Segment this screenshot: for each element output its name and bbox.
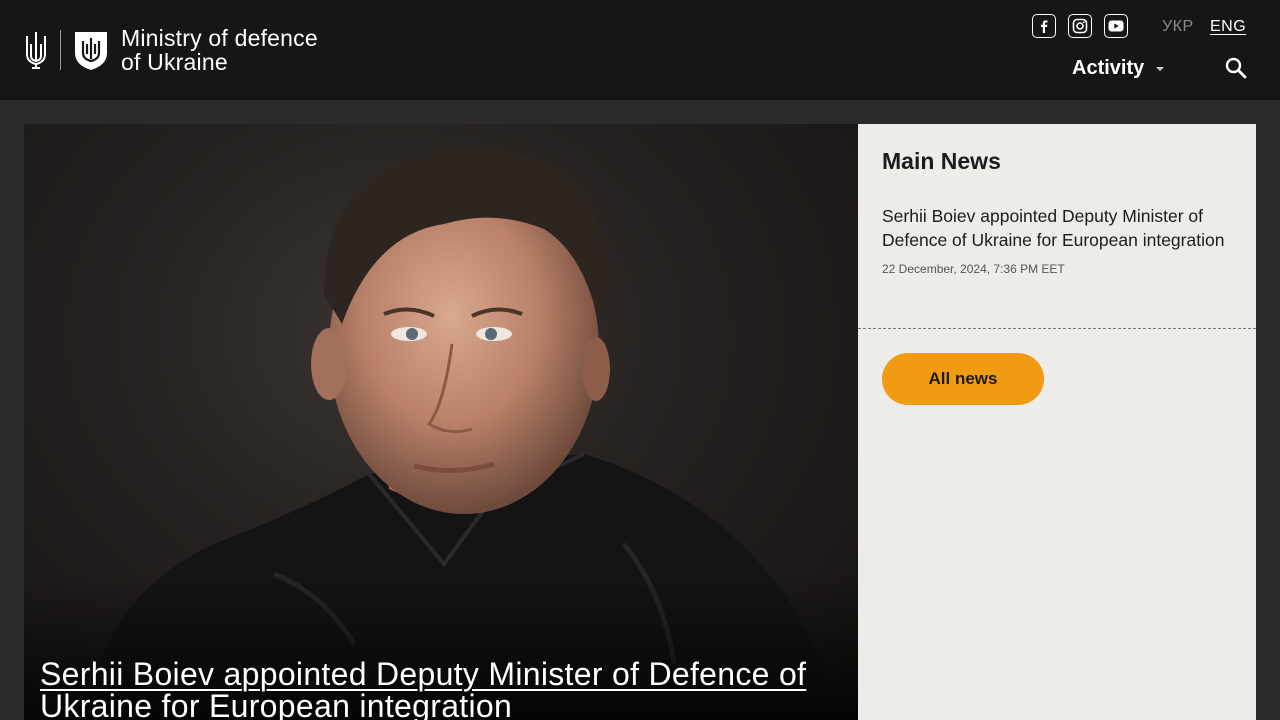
site-header: Ministry of defence of Ukraine УКР ENG A… xyxy=(0,0,1280,100)
language-ukr[interactable]: УКР xyxy=(1162,17,1194,37)
youtube-link[interactable] xyxy=(1104,14,1128,38)
trident-icon xyxy=(26,32,46,69)
news-item-date: 22 December, 2024, 7:36 PM EET xyxy=(882,262,1065,276)
hero-photo xyxy=(24,148,858,720)
news-divider xyxy=(858,328,1256,329)
site-title-line2: of Ukraine xyxy=(121,49,228,75)
all-news-button[interactable]: All news xyxy=(882,353,1044,405)
language-eng[interactable]: ENG xyxy=(1210,17,1246,37)
site-title: Ministry of defence of Ukraine xyxy=(121,26,318,74)
activity-menu[interactable]: Activity xyxy=(1072,55,1165,81)
facebook-icon xyxy=(1041,20,1048,33)
news-item[interactable]: Serhii Boiev appointed Deputy Minister o… xyxy=(882,204,1242,277)
shield-emblem-icon xyxy=(75,32,107,70)
hero-news[interactable]: Serhii Boiev appointed Deputy Minister o… xyxy=(24,124,858,720)
main-news-heading: Main News xyxy=(882,148,1001,174)
search-button[interactable] xyxy=(1224,56,1248,80)
activity-menu-label: Activity xyxy=(1072,57,1145,79)
news-item-title[interactable]: Serhii Boiev appointed Deputy Minister o… xyxy=(882,204,1242,252)
instagram-link[interactable] xyxy=(1068,14,1092,38)
facebook-link[interactable] xyxy=(1032,14,1056,38)
logo-divider xyxy=(60,30,61,70)
caret-down-icon xyxy=(1156,67,1165,71)
instagram-icon xyxy=(1072,18,1088,34)
youtube-icon xyxy=(1108,20,1124,32)
hero-title[interactable]: Serhii Boiev appointed Deputy Minister o… xyxy=(40,658,850,720)
site-title-line1: Ministry of defence xyxy=(121,25,318,51)
search-icon xyxy=(1225,57,1247,79)
main-news-panel: Main News Serhii Boiev appointed Deputy … xyxy=(858,124,1256,720)
